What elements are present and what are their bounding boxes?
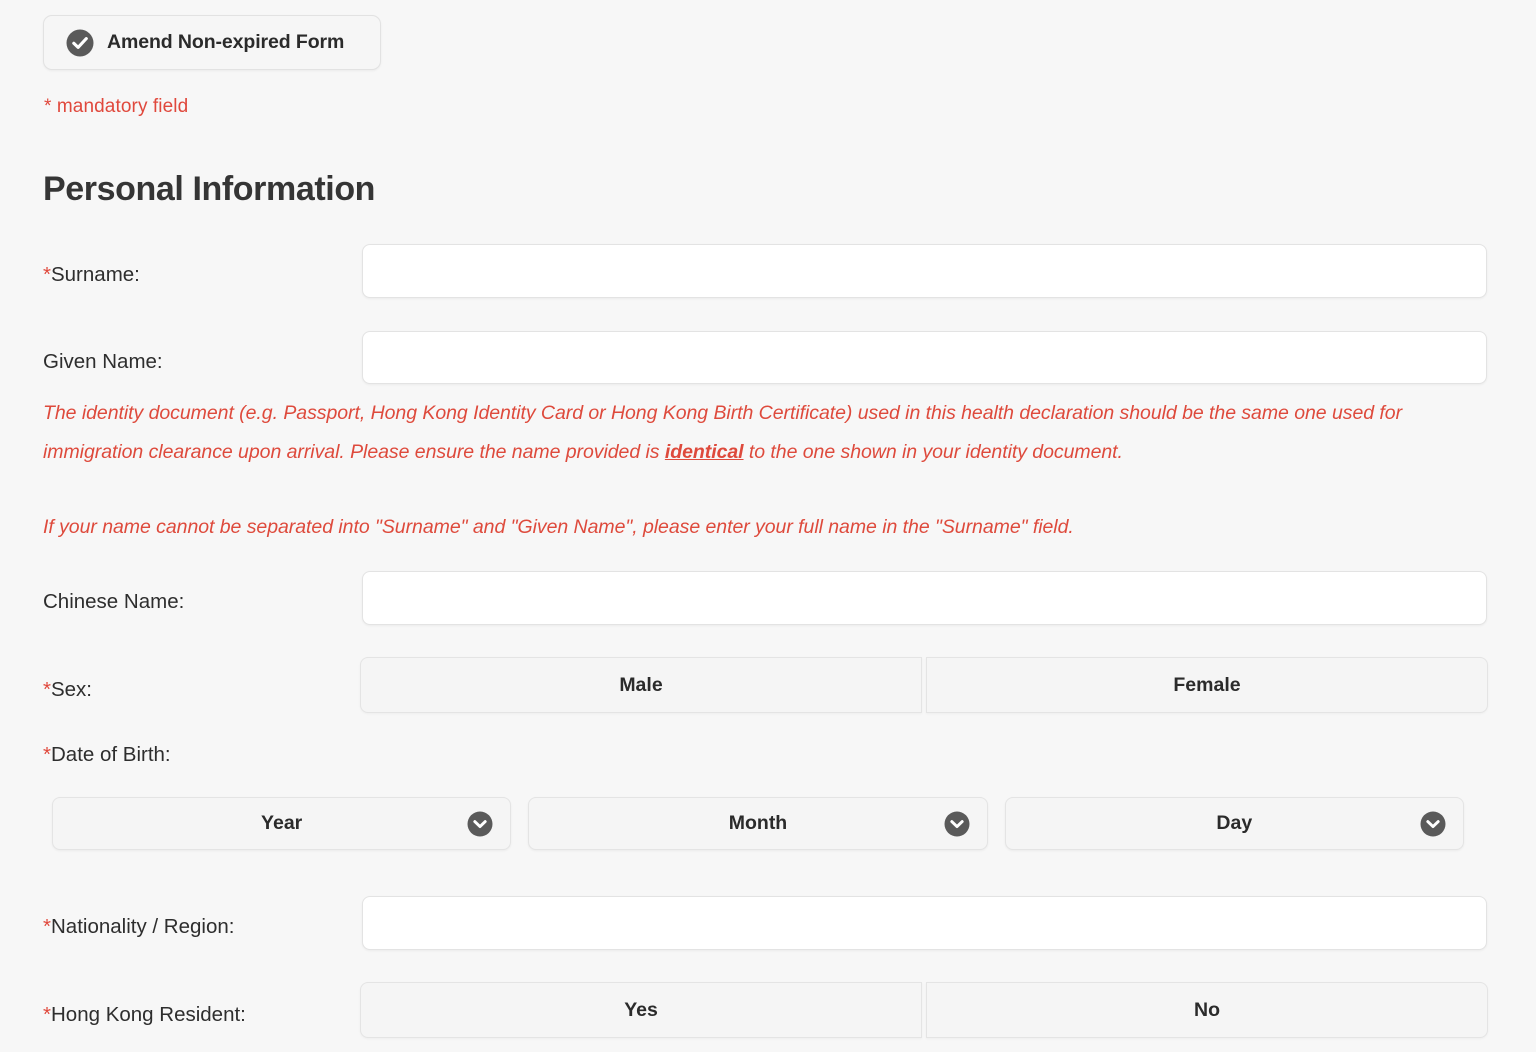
chinese-name-label: Chinese Name: [43, 590, 185, 613]
required-asterisk: * [43, 915, 51, 938]
surname-label: *Surname: [43, 263, 140, 286]
chevron-down-icon [467, 811, 493, 836]
sex-option-male[interactable]: Male [360, 657, 922, 713]
hong-kong-resident-label: *Hong Kong Resident: [43, 1003, 246, 1026]
amend-non-expired-form-button[interactable]: Amend Non-expired Form [43, 15, 381, 70]
date-of-birth-label-text: Date of Birth: [50, 743, 171, 766]
identity-notice-emphasis: identical [664, 440, 744, 463]
required-asterisk: * [43, 678, 51, 701]
nationality-label-text: Nationality / Region: [50, 915, 235, 938]
day-select-value: Day [1216, 812, 1253, 834]
date-of-birth-month-select[interactable]: Month [528, 797, 988, 850]
nationality-input[interactable] [362, 896, 1487, 950]
surname-label-text: Surname: [50, 263, 140, 286]
surname-input[interactable] [362, 244, 1487, 298]
chevron-down-icon [944, 811, 970, 836]
chinese-name-label-text: Chinese Name: [43, 590, 185, 613]
required-asterisk: * [43, 743, 51, 766]
given-name-label-text: Given Name: [43, 350, 163, 373]
hong-kong-resident-segmented-control: Yes No [360, 982, 1488, 1038]
required-asterisk: * [43, 263, 51, 286]
identity-notice-part2: to the one shown in your identity docume… [743, 440, 1123, 463]
check-circle-icon [66, 29, 94, 56]
page-title: Personal Information [43, 170, 376, 208]
required-asterisk: * [43, 1003, 51, 1026]
date-of-birth-year-select[interactable]: Year [52, 797, 512, 850]
date-of-birth-day-select[interactable]: Day [1004, 797, 1464, 850]
chinese-name-input[interactable] [362, 571, 1487, 625]
sex-option-female[interactable]: Female [926, 657, 1488, 713]
sex-label: *Sex: [43, 678, 93, 701]
name-separation-notice: If your name cannot be separated into "S… [43, 516, 1074, 538]
hong-kong-resident-option-yes[interactable]: Yes [360, 982, 922, 1038]
month-select-value: Month [728, 812, 788, 834]
given-name-label: Given Name: [43, 350, 163, 373]
identity-document-notice: The identity document (e.g. Passport, Ho… [43, 394, 1463, 471]
given-name-input[interactable] [362, 331, 1487, 384]
amend-button-label: Amend Non-expired Form [107, 31, 345, 53]
nationality-label: *Nationality / Region: [43, 915, 235, 938]
date-of-birth-selects: Year Month Day [52, 797, 1464, 850]
year-select-value: Year [261, 812, 303, 834]
sex-segmented-control: Male Female [360, 657, 1488, 713]
hong-kong-resident-label-text: Hong Kong Resident: [50, 1003, 246, 1026]
form-page: Amend Non-expired Form * mandatory field… [0, 0, 1536, 1052]
date-of-birth-label: *Date of Birth: [43, 743, 171, 766]
mandatory-field-note: * mandatory field [44, 96, 189, 117]
hong-kong-resident-option-no[interactable]: No [926, 982, 1488, 1038]
chevron-down-icon [1420, 811, 1446, 836]
sex-label-text: Sex: [50, 678, 93, 701]
